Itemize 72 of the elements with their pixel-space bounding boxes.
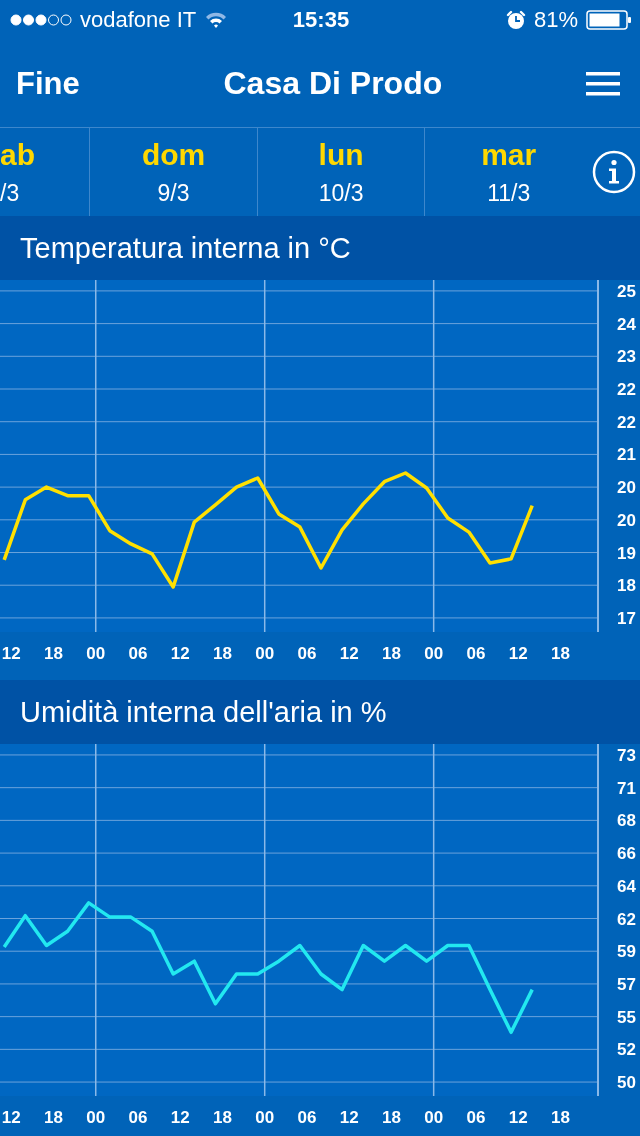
tick-label: 00 — [424, 1108, 444, 1127]
day-name: mar — [481, 137, 537, 172]
day-date: 9/3 — [157, 179, 190, 207]
tick-label: 18 — [44, 1108, 63, 1127]
chart-title: Umidità interna dell'aria in % — [20, 695, 387, 729]
day-date: 11/3 — [487, 179, 531, 207]
tick-label: 19 — [617, 543, 636, 563]
menu-icon — [586, 70, 620, 97]
day-name: lun — [318, 137, 364, 172]
tick-label: 18 — [44, 644, 63, 663]
carrier-name: vodafone IT — [80, 7, 197, 33]
tick-label: 22 — [617, 380, 636, 399]
tick-label: 55 — [617, 1007, 636, 1027]
tick-label: 21 — [617, 445, 636, 465]
tick-label: 57 — [617, 974, 636, 994]
tick-label: 12 — [170, 644, 190, 663]
tick-label: 59 — [617, 942, 636, 962]
tick-label: 06 — [297, 1108, 317, 1127]
tick-label: 64 — [617, 876, 636, 896]
battery-percent: 81% — [533, 7, 578, 33]
tick-label: 18 — [617, 576, 636, 596]
tick-label: 52 — [617, 1040, 636, 1060]
tick-label: 12 — [508, 644, 528, 663]
tick-label: 18 — [213, 1108, 232, 1127]
clock-time: 15:35 — [292, 7, 350, 33]
signal-icon — [10, 14, 72, 26]
screen-title: Casa Di Prodo — [223, 65, 443, 102]
tick-label: 06 — [466, 644, 486, 663]
tick-label: 12 — [339, 1108, 359, 1127]
tick-label: 00 — [86, 1108, 106, 1127]
tick-label: 12 — [508, 1108, 528, 1127]
tick-label: 06 — [128, 644, 148, 663]
tick-label: 12 — [1, 1108, 21, 1127]
tick-label: 50 — [617, 1073, 636, 1093]
info-icon[interactable] — [592, 150, 636, 194]
tick-label: 12 — [170, 1108, 190, 1127]
tick-label: 20 — [617, 510, 636, 530]
battery-icon — [586, 10, 632, 30]
day-date: /3 — [0, 179, 20, 207]
tick-label: 18 — [381, 1108, 401, 1127]
tick-label: 17 — [617, 608, 636, 628]
tick-label: 25 — [617, 281, 636, 301]
tick-label: 06 — [466, 1108, 486, 1127]
tick-label: 00 — [86, 644, 106, 663]
tick-label: 23 — [617, 347, 636, 367]
tick-label: 00 — [255, 1108, 275, 1127]
tick-label: 06 — [297, 644, 317, 663]
tick-label: 00 — [424, 644, 444, 663]
day-date: 10/3 — [318, 179, 364, 207]
tick-label: 68 — [617, 811, 636, 831]
tick-label: 00 — [255, 644, 275, 663]
tick-label: 06 — [128, 1108, 148, 1127]
tick-label: 71 — [617, 778, 636, 798]
tick-label: 18 — [550, 1108, 570, 1127]
done-button[interactable]: Fine — [16, 65, 80, 102]
day-name: ab — [0, 137, 35, 172]
wifi-icon — [204, 11, 229, 29]
tick-label: 66 — [617, 844, 636, 864]
tick-label: 12 — [339, 644, 359, 663]
tick-label: 62 — [617, 909, 636, 929]
tick-label: 24 — [617, 314, 636, 334]
tick-label: 18 — [213, 644, 232, 663]
alarm-clock-icon — [505, 10, 526, 30]
tick-label: 18 — [550, 644, 570, 663]
tick-label: 12 — [1, 644, 21, 663]
tick-label: 73 — [617, 745, 636, 765]
chart-title: Temperatura interna in °C — [20, 231, 351, 265]
day-name: dom — [141, 137, 206, 172]
tick-label: 20 — [617, 478, 636, 498]
menu-button[interactable] — [586, 70, 620, 97]
tick-label: 22 — [617, 412, 636, 432]
tick-label: 18 — [381, 644, 401, 663]
